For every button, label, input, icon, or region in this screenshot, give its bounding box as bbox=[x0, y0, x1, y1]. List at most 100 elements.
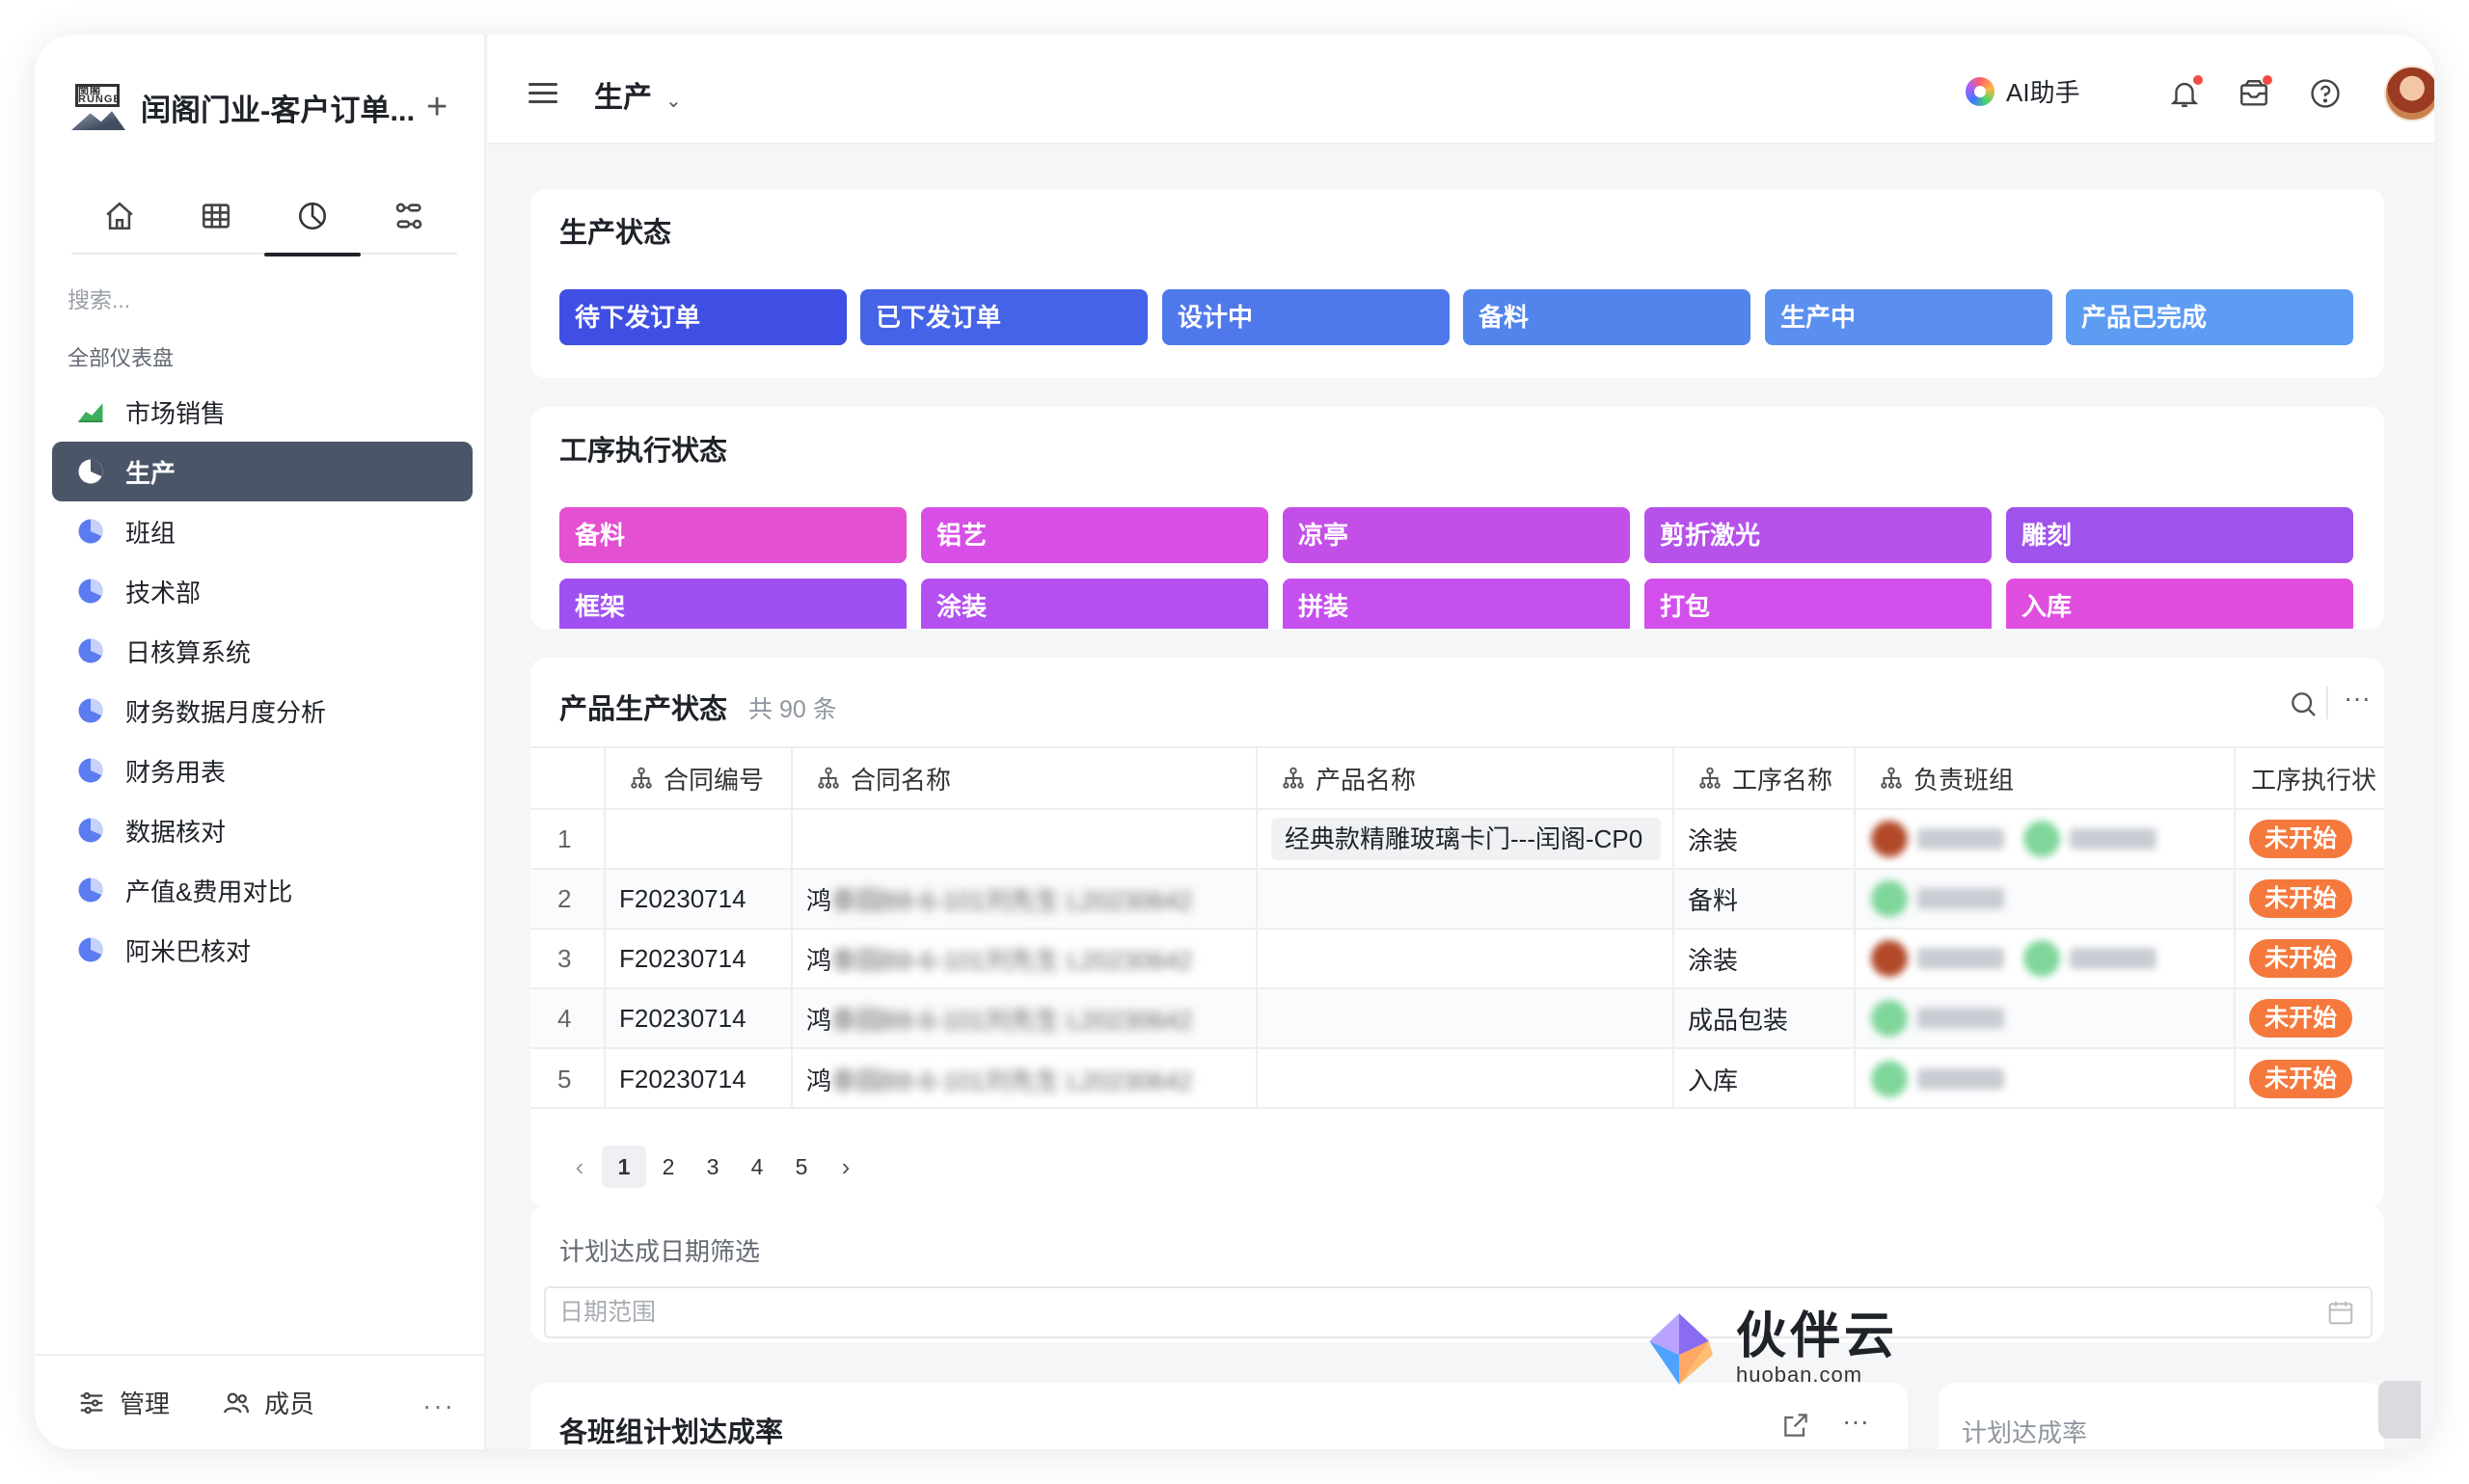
manage-label: 管理 bbox=[120, 1390, 171, 1418]
sidebar-tabs bbox=[71, 177, 457, 256]
sidebar-item-label: 阿米巴核对 bbox=[125, 936, 252, 966]
side-scroll-handle[interactable] bbox=[2378, 1381, 2421, 1439]
sidebar-item-label: 财务用表 bbox=[125, 757, 227, 787]
process-chip[interactable]: 入库 bbox=[2006, 579, 2353, 629]
process-chip[interactable]: 铝艺 bbox=[921, 507, 1268, 563]
ai-assistant-button[interactable]: AI助手 bbox=[1966, 73, 2080, 109]
status-chip[interactable]: 产品已完成 bbox=[2066, 289, 2353, 345]
more-icon[interactable]: ··· bbox=[2344, 683, 2371, 714]
area-chart-icon bbox=[75, 396, 106, 427]
process-chip[interactable]: 框架 bbox=[559, 579, 907, 629]
members-button[interactable]: 成员 bbox=[222, 1385, 314, 1420]
members-label: 成员 bbox=[264, 1390, 315, 1418]
sidebar-item-amoeba[interactable]: 阿米巴核对 bbox=[52, 920, 473, 980]
table-row[interactable]: 4 F20230714 鸿泰园B8-6-101刘先生 L20230642 成品包… bbox=[530, 989, 2384, 1049]
process-chip[interactable]: 剪折激光 bbox=[1644, 507, 1992, 563]
table-row[interactable]: 3 F20230714 鸿泰园B8-6-101刘先生 L20230642 涂装 … bbox=[530, 930, 2384, 989]
watermark-name: 伙伴云 bbox=[1736, 1309, 1899, 1364]
inbox-icon[interactable] bbox=[2238, 75, 2272, 110]
plan-rate-card: 计划达成率 bbox=[1939, 1383, 2384, 1449]
add-icon[interactable]: + bbox=[426, 89, 448, 125]
app-title: 闰阁门业-客户订单... bbox=[141, 93, 416, 127]
huoban-logo-icon bbox=[1640, 1309, 1719, 1389]
tab-dashboard[interactable] bbox=[264, 177, 361, 256]
table-row[interactable]: 5 F20230714 鸿泰园B8-6-101刘先生 L20230642 入库 … bbox=[530, 1049, 2384, 1109]
sidebar-item-market-sales[interactable]: 市场销售 bbox=[52, 382, 473, 442]
divider bbox=[2326, 687, 2328, 719]
hierarchy-icon bbox=[1699, 767, 1721, 789]
status-chip[interactable]: 生产中 bbox=[1765, 289, 2052, 345]
column-header[interactable]: 产品名称 bbox=[1256, 748, 1672, 808]
huoban-watermark: 伙伴云 huoban.com bbox=[1640, 1309, 1898, 1389]
sidebar-section-label: 全部仪表盘 bbox=[68, 346, 175, 370]
column-header[interactable]: 负责班组 bbox=[1854, 748, 2234, 808]
hierarchy-icon bbox=[1283, 767, 1304, 789]
user-avatar[interactable] bbox=[2384, 66, 2434, 121]
column-header[interactable]: 合同名称 bbox=[791, 748, 1256, 808]
page-button[interactable]: 4 bbox=[735, 1146, 779, 1188]
search-icon[interactable] bbox=[2288, 688, 2319, 724]
prev-page-icon[interactable]: ‹ bbox=[557, 1146, 602, 1188]
manage-button[interactable]: 管理 bbox=[77, 1385, 170, 1420]
sidebar-item-team[interactable]: 班组 bbox=[52, 501, 473, 561]
process-chip[interactable]: 打包 bbox=[1644, 579, 1992, 629]
table-header: 合同编号 合同名称 产品名称 工序名称 负责班组 工序执行状 bbox=[530, 746, 2384, 810]
process-chip[interactable]: 雕刻 bbox=[2006, 507, 2353, 563]
page-button[interactable]: 2 bbox=[646, 1146, 691, 1188]
calendar-icon[interactable] bbox=[2326, 1298, 2355, 1332]
status-chip[interactable]: 待下发订单 bbox=[559, 289, 847, 345]
tab-home[interactable] bbox=[71, 177, 168, 255]
table-row[interactable]: 1 经典款精雕玻璃卡门---闰阁-CP0 涂装 未开始 bbox=[530, 810, 2384, 870]
column-header[interactable]: 合同编号 bbox=[604, 748, 791, 808]
menu-icon[interactable] bbox=[529, 83, 557, 104]
sidebar: 閏閣 RUNGE 闰阁门业-客户订单... + 搜索... 全部仪表盘 市场销售… bbox=[35, 35, 486, 1449]
process-chip[interactable]: 凉亭 bbox=[1283, 507, 1630, 563]
sidebar-item-label: 班组 bbox=[125, 518, 176, 548]
page-button[interactable]: 5 bbox=[779, 1146, 824, 1188]
sidebar-item-label: 生产 bbox=[125, 458, 176, 488]
page-button[interactable]: 3 bbox=[691, 1146, 735, 1188]
sidebar-item-data-check[interactable]: 数据核对 bbox=[52, 800, 473, 860]
help-icon[interactable] bbox=[2309, 77, 2342, 110]
product-tag[interactable]: 经典款精雕玻璃卡门---闰阁-CP0 bbox=[1271, 818, 1661, 860]
team-rate-card: 各班组计划达成率 ··· bbox=[530, 1383, 1908, 1449]
chevron-down-icon: ⌄ bbox=[665, 91, 682, 112]
watermark-url: huoban.com bbox=[1736, 1363, 1863, 1387]
status-chip[interactable]: 已下发订单 bbox=[860, 289, 1148, 345]
bell-icon[interactable] bbox=[2168, 75, 2203, 110]
hierarchy-icon bbox=[631, 767, 652, 789]
table-row[interactable]: 2 F20230714 鸿泰园B8-6-101刘先生 L20230642 备料 … bbox=[530, 870, 2384, 930]
process-chip[interactable]: 备料 bbox=[559, 507, 907, 563]
card-title: 生产状态 bbox=[559, 218, 672, 249]
process-chip[interactable]: 涂装 bbox=[921, 579, 1268, 629]
tab-workflow[interactable] bbox=[361, 177, 457, 255]
more-icon[interactable]: ··· bbox=[422, 1390, 455, 1421]
top-header: 生产 ⌄ AI助手 bbox=[488, 35, 2434, 145]
app-brand[interactable]: 閏閣 RUNGE 闰阁门业-客户订单... bbox=[71, 73, 415, 141]
date-range-input[interactable]: 日期范围 bbox=[544, 1286, 2373, 1338]
page-title-dropdown[interactable]: 生产 ⌄ bbox=[594, 73, 682, 116]
page-button[interactable]: 1 bbox=[602, 1146, 646, 1188]
sidebar-item-daily-accounting[interactable]: 日核算系统 bbox=[52, 621, 473, 681]
more-icon[interactable]: ··· bbox=[1842, 1406, 1869, 1437]
column-header[interactable]: 工序执行状 bbox=[2234, 748, 2384, 808]
sidebar-search-input[interactable]: 搜索... bbox=[68, 282, 130, 314]
status-chip[interactable]: 设计中 bbox=[1162, 289, 1450, 345]
external-link-icon[interactable] bbox=[1780, 1410, 1811, 1445]
sidebar-item-tech[interactable]: 技术部 bbox=[52, 561, 473, 621]
record-count: 共 90 条 bbox=[748, 696, 837, 723]
ai-assistant-label: AI助手 bbox=[2006, 78, 2080, 107]
process-chip[interactable]: 拼装 bbox=[1283, 579, 1630, 629]
sidebar-item-finance-monthly[interactable]: 财务数据月度分析 bbox=[52, 681, 473, 741]
hierarchy-icon bbox=[818, 767, 839, 789]
sidebar-item-production[interactable]: 生产 bbox=[52, 442, 473, 501]
next-page-icon[interactable]: › bbox=[824, 1146, 868, 1188]
divider bbox=[530, 1107, 2384, 1109]
sidebar-item-finance-tables[interactable]: 财务用表 bbox=[52, 741, 473, 800]
tab-table[interactable] bbox=[168, 177, 264, 255]
app-window: 閏閣 RUNGE 闰阁门业-客户订单... + 搜索... 全部仪表盘 市场销售… bbox=[35, 35, 2434, 1449]
dashboard-pie-icon bbox=[298, 202, 327, 230]
column-header[interactable]: 工序名称 bbox=[1672, 748, 1854, 808]
status-chip[interactable]: 备料 bbox=[1463, 289, 1750, 345]
sidebar-item-output-cost[interactable]: 产值&费用对比 bbox=[52, 860, 473, 920]
